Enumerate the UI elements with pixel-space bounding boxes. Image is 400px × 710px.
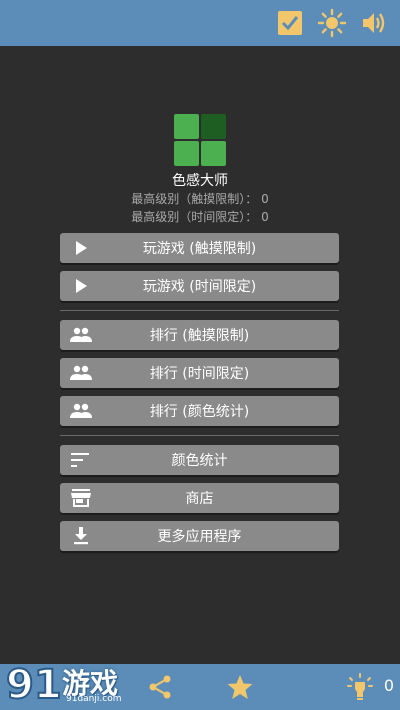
people-icon <box>70 363 92 383</box>
store-button[interactable]: 商店 <box>60 483 339 513</box>
people-icon <box>70 401 92 421</box>
lightbulb-icon[interactable] <box>344 671 376 703</box>
more-apps-button[interactable]: 更多应用程序 <box>60 521 339 551</box>
logo-cell <box>201 141 226 166</box>
main-menu: 色感大师 最高级别（触摸限制）： 0 最高级别（时间限定）： 0 玩游戏 (触摸… <box>0 46 400 664</box>
record-time-limit: 最高级别（时间限定）： 0 <box>131 210 269 224</box>
coin-count: 0 <box>383 676 394 695</box>
button-label: 排行 (颜色统计) <box>149 404 250 420</box>
play-icon <box>70 238 92 258</box>
rank-color-stats-button[interactable]: 排行 (颜色统计) <box>60 396 339 426</box>
download-icon <box>70 526 92 546</box>
button-label: 排行 (触摸限制) <box>149 328 250 344</box>
play-time-limit-button[interactable]: 玩游戏 (时间限定) <box>60 271 339 301</box>
button-label: 排行 (时间限定) <box>149 366 250 382</box>
share-icon[interactable] <box>144 671 176 703</box>
watermark-site: 91danji.com <box>66 694 122 704</box>
logo-cell <box>201 114 226 139</box>
divider <box>60 435 339 436</box>
top-toolbar <box>0 0 400 46</box>
button-label: 商店 <box>185 491 214 507</box>
sort-icon <box>70 450 92 470</box>
volume-icon[interactable] <box>358 7 390 39</box>
play-touch-limit-button[interactable]: 玩游戏 (触摸限制) <box>60 233 339 263</box>
people-icon <box>70 325 92 345</box>
rank-time-limit-button[interactable]: 排行 (时间限定) <box>60 358 339 388</box>
button-label: 更多应用程序 <box>157 529 242 545</box>
button-label: 玩游戏 (时间限定) <box>142 279 257 295</box>
color-stats-button[interactable]: 颜色统计 <box>60 445 339 475</box>
record-touch-limit: 最高级别（触摸限制）： 0 <box>131 192 269 206</box>
rank-touch-limit-button[interactable]: 排行 (触摸限制) <box>60 320 339 350</box>
star-icon[interactable] <box>224 671 256 703</box>
button-label: 玩游戏 (触摸限制) <box>142 241 257 257</box>
watermark-logo-icon: 91 <box>5 661 63 706</box>
logo-cell <box>174 114 199 139</box>
divider <box>60 310 339 311</box>
store-icon <box>70 488 92 508</box>
watermark: 91 游戏 91danji.com <box>4 660 144 708</box>
play-icon <box>70 276 92 296</box>
logo-cell <box>174 141 199 166</box>
checkbox-checked-icon[interactable] <box>274 7 306 39</box>
app-title: 色感大师 <box>172 173 228 189</box>
app-logo-icon <box>174 114 226 166</box>
brightness-icon[interactable] <box>316 7 348 39</box>
watermark-logo-text: 91 <box>6 662 62 706</box>
button-label: 颜色统计 <box>171 453 228 469</box>
